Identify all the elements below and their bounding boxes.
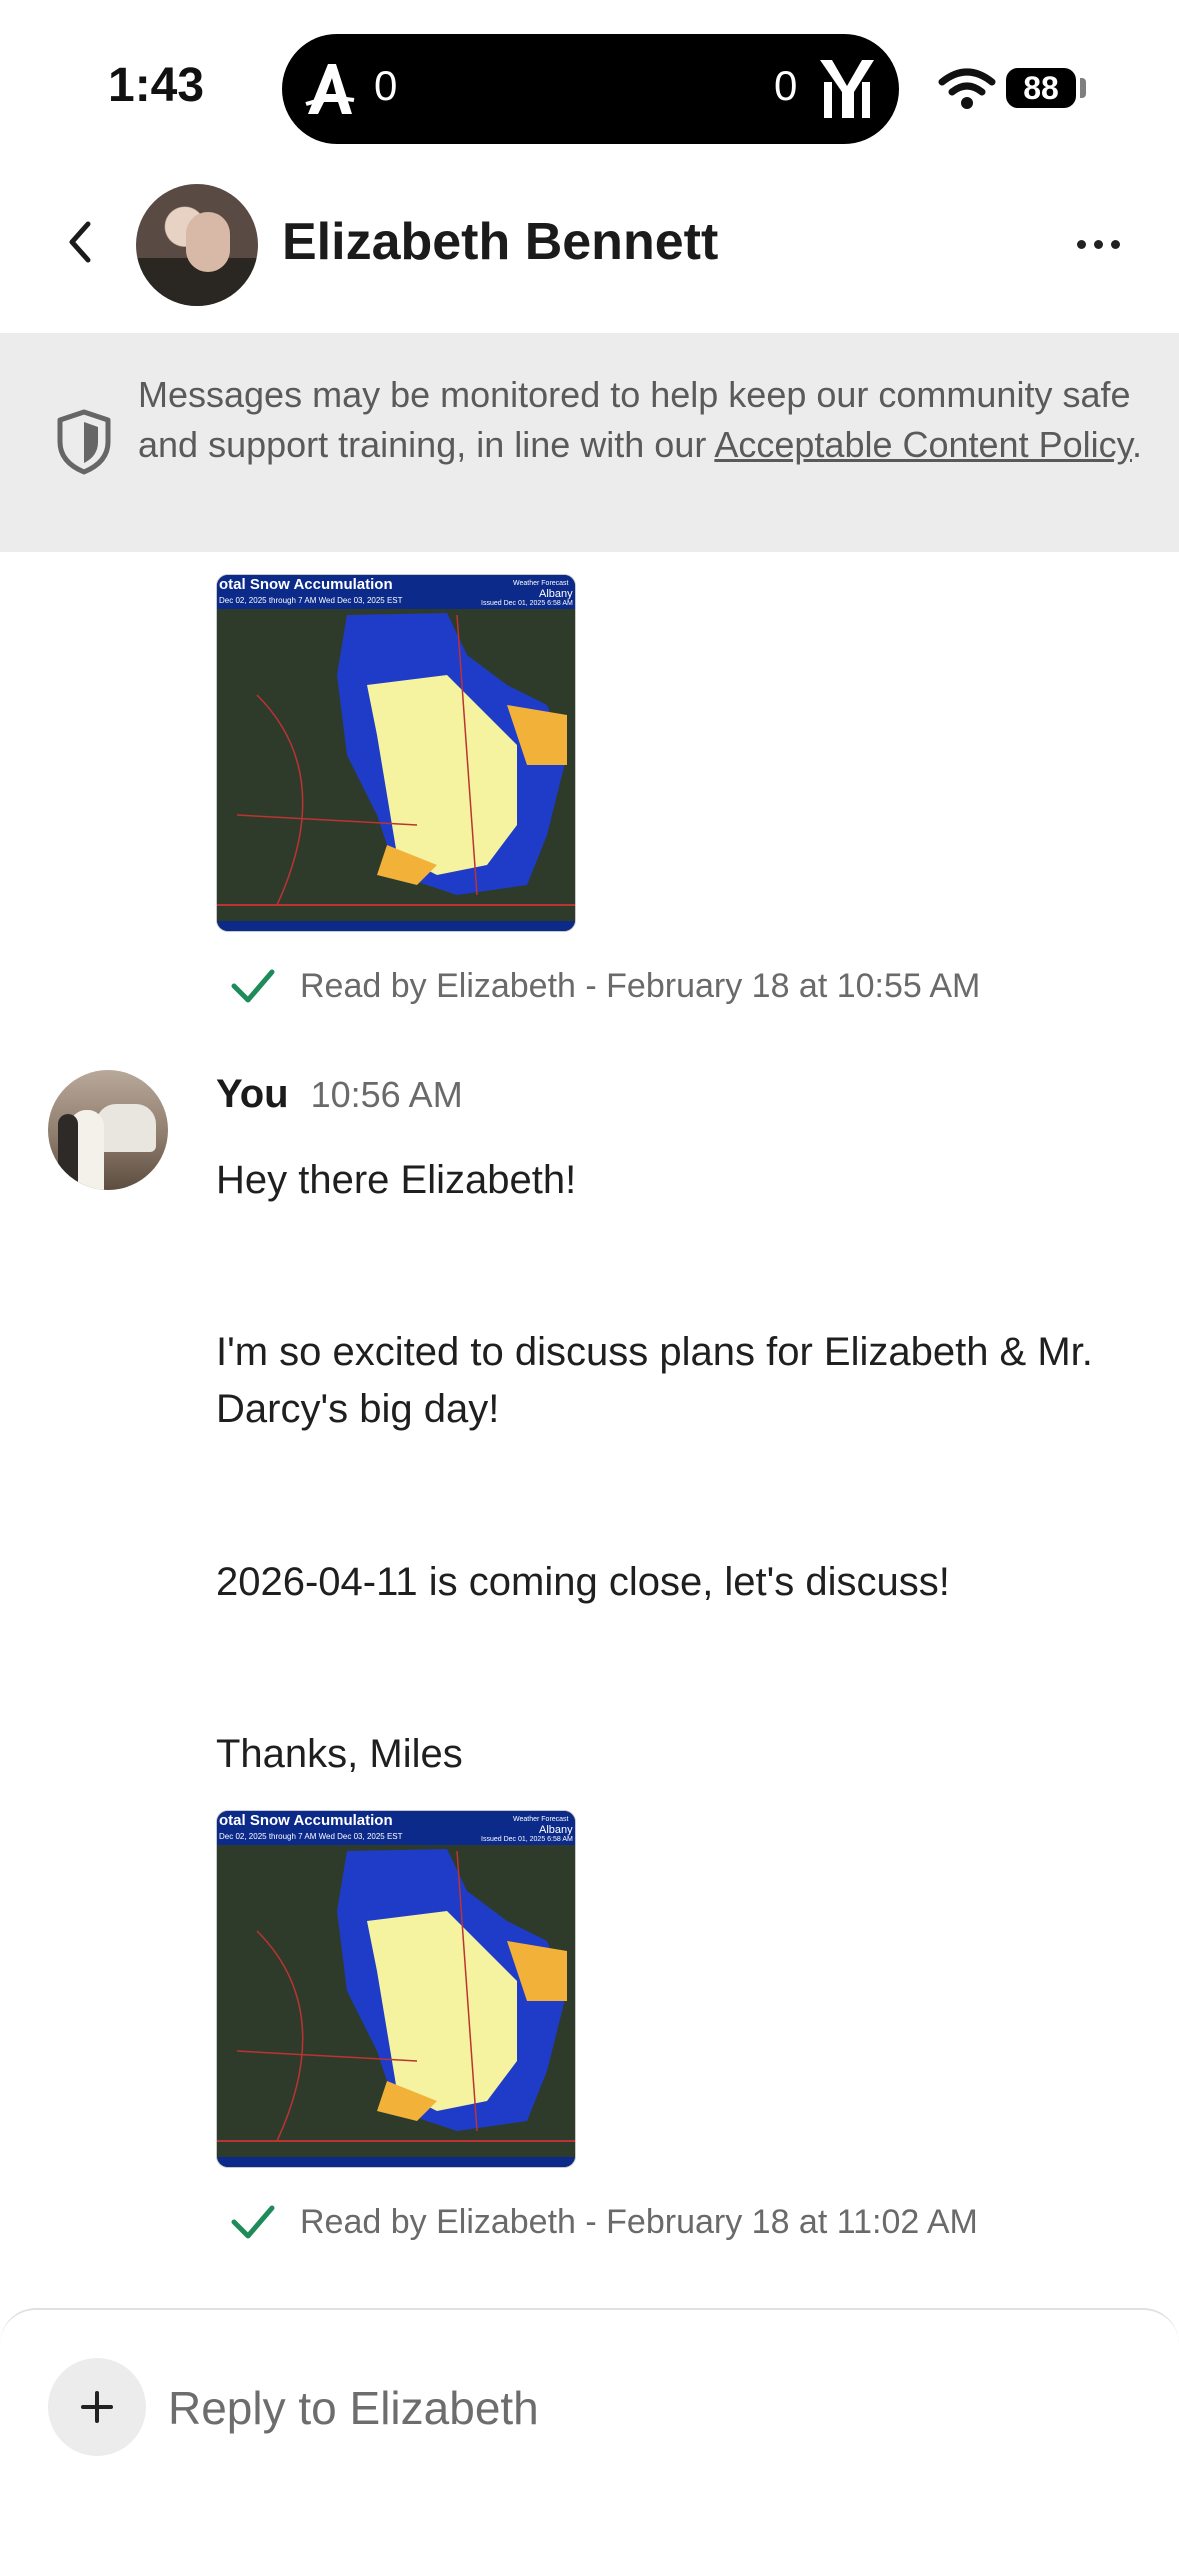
read-receipt-text: Read by Elizabeth - February 18 at 11:02…	[300, 2202, 978, 2241]
snow-accumulation-map: otal Snow Accumulation Dec 02, 2025 thro…	[217, 1811, 575, 2167]
sender-name: You	[216, 1072, 289, 1116]
svg-text:Weather Forecast: Weather Forecast	[513, 580, 569, 587]
ellipsis-icon	[1076, 239, 1086, 249]
wifi-icon	[938, 68, 996, 109]
battery-tip	[1080, 78, 1086, 98]
shield-icon	[57, 409, 111, 475]
svg-text:Issued Dec 01, 2025 6:58 AM: Issued Dec 01, 2025 6:58 AM	[481, 1836, 573, 1843]
message-line: I'm so excited to discuss plans for Eliz…	[216, 1330, 1093, 1431]
conversation-screen: 1:43 0 0 88 Elizabeth Bennett Messages m…	[0, 0, 1179, 2556]
svg-text:Dec 02, 2025 through 7 AM Wed: Dec 02, 2025 through 7 AM Wed Dec 03, 20…	[219, 596, 403, 605]
plus-icon	[81, 2391, 113, 2423]
svg-text:Weather Forecast: Weather Forecast	[513, 1816, 569, 1823]
right-score: 0	[774, 62, 798, 109]
yankees-logo-icon	[820, 60, 874, 118]
svg-text:otal Snow Accumulation: otal Snow Accumulation	[219, 1812, 393, 1829]
snow-map-attachment[interactable]: otal Snow Accumulation Dec 02, 2025 thro…	[216, 574, 576, 932]
read-receipt: Read by Elizabeth - February 18 at 10:55…	[230, 966, 980, 1006]
message-line: Hey there Elizabeth!	[216, 1158, 577, 1202]
back-button[interactable]	[52, 212, 108, 272]
message-time: 10:56 AM	[310, 1074, 463, 1115]
battery-indicator: 88	[1006, 68, 1076, 108]
read-receipt: Read by Elizabeth - February 18 at 11:02…	[230, 2202, 978, 2242]
svg-text:Issued Dec 01, 2025 6:58 AM: Issued Dec 01, 2025 6:58 AM	[481, 600, 573, 607]
svg-text:Albany: Albany	[539, 588, 573, 600]
reply-input[interactable]	[168, 2370, 1128, 2446]
read-receipt-text: Read by Elizabeth - February 18 at 10:55…	[300, 966, 981, 1005]
snow-map-attachment[interactable]: otal Snow Accumulation Dec 02, 2025 thro…	[216, 1810, 576, 2168]
more-options-button[interactable]	[1070, 226, 1126, 262]
check-icon	[231, 2205, 275, 2239]
braves-logo-icon	[305, 64, 355, 114]
svg-text:Dec 02, 2025 through 7 AM Wed: Dec 02, 2025 through 7 AM Wed Dec 03, 20…	[219, 1832, 403, 1841]
svg-text:otal Snow Accumulation: otal Snow Accumulation	[219, 576, 393, 593]
message-header: You 10:56 AM	[216, 1072, 463, 1117]
chevron-left-icon	[69, 221, 91, 263]
snow-accumulation-map: otal Snow Accumulation Dec 02, 2025 thro…	[217, 575, 575, 931]
user-avatar[interactable]	[48, 1070, 168, 1190]
message-line: Thanks, Miles	[216, 1732, 463, 1776]
svg-text:Albany: Albany	[539, 1824, 573, 1836]
notice-text: Messages may be monitored to help keep o…	[138, 374, 1142, 465]
message-line: 2026-04-11 is coming close, let's discus…	[216, 1560, 950, 1604]
contact-avatar[interactable]	[136, 184, 258, 306]
left-score: 0	[374, 62, 398, 109]
status-time: 1:43	[108, 59, 205, 112]
acceptable-content-policy-link[interactable]: Acceptable Content Policy	[714, 424, 1132, 465]
add-attachment-button[interactable]	[48, 2358, 146, 2456]
contact-name[interactable]: Elizabeth Bennett	[282, 212, 718, 272]
check-icon	[231, 969, 275, 1003]
